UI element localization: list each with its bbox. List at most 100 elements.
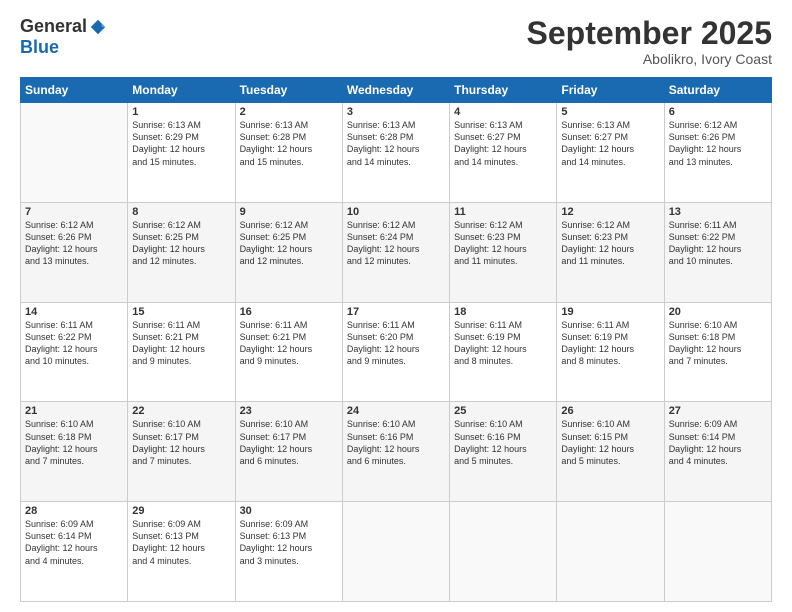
day-number: 20 (669, 306, 767, 318)
day-number: 21 (25, 405, 123, 417)
table-row: 15Sunrise: 6:11 AM Sunset: 6:21 PM Dayli… (128, 302, 235, 402)
weekday-header-row: Sunday Monday Tuesday Wednesday Thursday… (21, 78, 772, 103)
day-info: Sunrise: 6:13 AM Sunset: 6:28 PM Dayligh… (347, 119, 445, 168)
day-number: 7 (25, 206, 123, 218)
table-row: 27Sunrise: 6:09 AM Sunset: 6:14 PM Dayli… (664, 402, 771, 502)
page: General Blue September 2025 Abolikro, Iv… (0, 0, 792, 612)
day-number: 26 (561, 405, 659, 417)
day-number: 23 (240, 405, 338, 417)
day-info: Sunrise: 6:12 AM Sunset: 6:26 PM Dayligh… (669, 119, 767, 168)
day-info: Sunrise: 6:12 AM Sunset: 6:24 PM Dayligh… (347, 219, 445, 268)
day-number: 10 (347, 206, 445, 218)
header-sunday: Sunday (21, 78, 128, 103)
day-number: 18 (454, 306, 552, 318)
table-row: 5Sunrise: 6:13 AM Sunset: 6:27 PM Daylig… (557, 103, 664, 203)
day-number: 27 (669, 405, 767, 417)
calendar-week-row: 1Sunrise: 6:13 AM Sunset: 6:29 PM Daylig… (21, 103, 772, 203)
header-thursday: Thursday (450, 78, 557, 103)
day-number: 30 (240, 505, 338, 517)
logo-general: General (20, 16, 87, 37)
table-row: 22Sunrise: 6:10 AM Sunset: 6:17 PM Dayli… (128, 402, 235, 502)
header: General Blue September 2025 Abolikro, Iv… (20, 16, 772, 67)
day-info: Sunrise: 6:11 AM Sunset: 6:19 PM Dayligh… (454, 319, 552, 368)
day-info: Sunrise: 6:09 AM Sunset: 6:14 PM Dayligh… (25, 518, 123, 567)
day-number: 16 (240, 306, 338, 318)
day-number: 13 (669, 206, 767, 218)
table-row: 28Sunrise: 6:09 AM Sunset: 6:14 PM Dayli… (21, 502, 128, 602)
table-row: 11Sunrise: 6:12 AM Sunset: 6:23 PM Dayli… (450, 202, 557, 302)
day-info: Sunrise: 6:11 AM Sunset: 6:21 PM Dayligh… (240, 319, 338, 368)
day-number: 5 (561, 106, 659, 118)
day-number: 17 (347, 306, 445, 318)
table-row (664, 502, 771, 602)
day-info: Sunrise: 6:09 AM Sunset: 6:13 PM Dayligh… (240, 518, 338, 567)
table-row: 8Sunrise: 6:12 AM Sunset: 6:25 PM Daylig… (128, 202, 235, 302)
table-row: 20Sunrise: 6:10 AM Sunset: 6:18 PM Dayli… (664, 302, 771, 402)
table-row: 24Sunrise: 6:10 AM Sunset: 6:16 PM Dayli… (342, 402, 449, 502)
calendar-week-row: 21Sunrise: 6:10 AM Sunset: 6:18 PM Dayli… (21, 402, 772, 502)
table-row: 17Sunrise: 6:11 AM Sunset: 6:20 PM Dayli… (342, 302, 449, 402)
day-info: Sunrise: 6:09 AM Sunset: 6:14 PM Dayligh… (669, 418, 767, 467)
table-row: 13Sunrise: 6:11 AM Sunset: 6:22 PM Dayli… (664, 202, 771, 302)
calendar-week-row: 28Sunrise: 6:09 AM Sunset: 6:14 PM Dayli… (21, 502, 772, 602)
logo: General Blue (20, 16, 107, 58)
day-info: Sunrise: 6:12 AM Sunset: 6:25 PM Dayligh… (240, 219, 338, 268)
header-wednesday: Wednesday (342, 78, 449, 103)
day-info: Sunrise: 6:11 AM Sunset: 6:19 PM Dayligh… (561, 319, 659, 368)
title-block: September 2025 Abolikro, Ivory Coast (527, 16, 772, 67)
calendar-week-row: 14Sunrise: 6:11 AM Sunset: 6:22 PM Dayli… (21, 302, 772, 402)
day-number: 25 (454, 405, 552, 417)
day-info: Sunrise: 6:10 AM Sunset: 6:15 PM Dayligh… (561, 418, 659, 467)
day-info: Sunrise: 6:12 AM Sunset: 6:26 PM Dayligh… (25, 219, 123, 268)
day-info: Sunrise: 6:12 AM Sunset: 6:23 PM Dayligh… (454, 219, 552, 268)
day-info: Sunrise: 6:10 AM Sunset: 6:17 PM Dayligh… (240, 418, 338, 467)
table-row: 9Sunrise: 6:12 AM Sunset: 6:25 PM Daylig… (235, 202, 342, 302)
day-info: Sunrise: 6:13 AM Sunset: 6:27 PM Dayligh… (561, 119, 659, 168)
table-row: 29Sunrise: 6:09 AM Sunset: 6:13 PM Dayli… (128, 502, 235, 602)
table-row: 4Sunrise: 6:13 AM Sunset: 6:27 PM Daylig… (450, 103, 557, 203)
table-row: 7Sunrise: 6:12 AM Sunset: 6:26 PM Daylig… (21, 202, 128, 302)
day-info: Sunrise: 6:13 AM Sunset: 6:29 PM Dayligh… (132, 119, 230, 168)
day-info: Sunrise: 6:11 AM Sunset: 6:22 PM Dayligh… (25, 319, 123, 368)
table-row: 18Sunrise: 6:11 AM Sunset: 6:19 PM Dayli… (450, 302, 557, 402)
header-monday: Monday (128, 78, 235, 103)
day-number: 6 (669, 106, 767, 118)
day-number: 1 (132, 106, 230, 118)
table-row (557, 502, 664, 602)
calendar-week-row: 7Sunrise: 6:12 AM Sunset: 6:26 PM Daylig… (21, 202, 772, 302)
table-row: 10Sunrise: 6:12 AM Sunset: 6:24 PM Dayli… (342, 202, 449, 302)
day-info: Sunrise: 6:09 AM Sunset: 6:13 PM Dayligh… (132, 518, 230, 567)
day-number: 8 (132, 206, 230, 218)
logo-blue: Blue (20, 37, 59, 58)
day-info: Sunrise: 6:10 AM Sunset: 6:16 PM Dayligh… (347, 418, 445, 467)
day-info: Sunrise: 6:12 AM Sunset: 6:23 PM Dayligh… (561, 219, 659, 268)
table-row: 1Sunrise: 6:13 AM Sunset: 6:29 PM Daylig… (128, 103, 235, 203)
day-info: Sunrise: 6:10 AM Sunset: 6:17 PM Dayligh… (132, 418, 230, 467)
day-info: Sunrise: 6:10 AM Sunset: 6:18 PM Dayligh… (25, 418, 123, 467)
table-row: 19Sunrise: 6:11 AM Sunset: 6:19 PM Dayli… (557, 302, 664, 402)
day-number: 24 (347, 405, 445, 417)
header-friday: Friday (557, 78, 664, 103)
header-saturday: Saturday (664, 78, 771, 103)
table-row: 14Sunrise: 6:11 AM Sunset: 6:22 PM Dayli… (21, 302, 128, 402)
day-number: 4 (454, 106, 552, 118)
month-title: September 2025 (527, 16, 772, 51)
calendar: Sunday Monday Tuesday Wednesday Thursday… (20, 77, 772, 602)
day-info: Sunrise: 6:11 AM Sunset: 6:21 PM Dayligh… (132, 319, 230, 368)
day-number: 15 (132, 306, 230, 318)
header-tuesday: Tuesday (235, 78, 342, 103)
day-number: 28 (25, 505, 123, 517)
day-info: Sunrise: 6:10 AM Sunset: 6:16 PM Dayligh… (454, 418, 552, 467)
day-info: Sunrise: 6:12 AM Sunset: 6:25 PM Dayligh… (132, 219, 230, 268)
day-info: Sunrise: 6:11 AM Sunset: 6:22 PM Dayligh… (669, 219, 767, 268)
table-row (342, 502, 449, 602)
table-row: 26Sunrise: 6:10 AM Sunset: 6:15 PM Dayli… (557, 402, 664, 502)
day-info: Sunrise: 6:13 AM Sunset: 6:28 PM Dayligh… (240, 119, 338, 168)
table-row (21, 103, 128, 203)
table-row: 2Sunrise: 6:13 AM Sunset: 6:28 PM Daylig… (235, 103, 342, 203)
day-number: 12 (561, 206, 659, 218)
day-info: Sunrise: 6:10 AM Sunset: 6:18 PM Dayligh… (669, 319, 767, 368)
table-row: 16Sunrise: 6:11 AM Sunset: 6:21 PM Dayli… (235, 302, 342, 402)
day-info: Sunrise: 6:13 AM Sunset: 6:27 PM Dayligh… (454, 119, 552, 168)
table-row: 6Sunrise: 6:12 AM Sunset: 6:26 PM Daylig… (664, 103, 771, 203)
